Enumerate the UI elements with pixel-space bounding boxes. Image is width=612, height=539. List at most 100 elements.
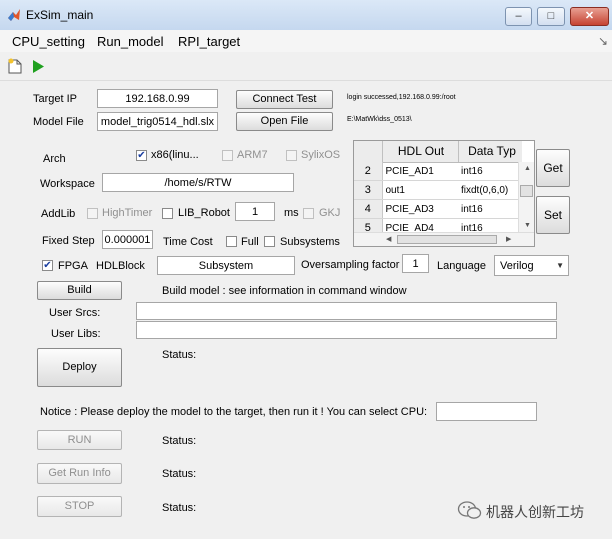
run-button[interactable]: RUN	[37, 430, 122, 450]
data-type-cell[interactable]: int16	[458, 199, 518, 219]
new-file-icon[interactable]	[7, 58, 23, 75]
deploy-status-label: Status:	[162, 349, 197, 361]
run-icon[interactable]	[31, 58, 45, 75]
window-title: ExSim_main	[26, 8, 94, 22]
menu-run-model[interactable]: Run_model	[97, 34, 164, 49]
watermark-text: 机器人创新工坊	[486, 505, 584, 521]
scroll-down-icon[interactable]: ▼	[524, 222, 531, 229]
oversampling-label: Oversampling factor	[301, 259, 400, 271]
hdl-out-cell[interactable]: out1	[382, 180, 458, 200]
run-info-status-label: Status:	[162, 468, 197, 480]
ms-label: ms	[284, 207, 299, 219]
table-row[interactable]: 3 out1 fixdt(0,6,0)	[354, 180, 518, 200]
fpga-checkbox[interactable]: ✔	[42, 260, 53, 271]
table-header-hdl-out[interactable]: HDL Out	[382, 141, 459, 162]
cpu-select-input[interactable]	[436, 402, 537, 421]
table-row[interactable]: 2 PCIE_AD1 int16	[354, 162, 518, 181]
table-horizontal-scrollbar[interactable]: ◀ ▶	[354, 232, 534, 246]
table-header-data-type[interactable]: Data Typ	[458, 141, 525, 162]
scroll-thumb[interactable]	[520, 185, 533, 197]
full-label: Full	[241, 236, 259, 248]
close-button[interactable]: ✕	[570, 7, 609, 26]
arm7-label: ARM7	[237, 149, 268, 161]
language-select[interactable]: Verilog ▼	[494, 255, 569, 276]
x86-checkbox[interactable]: ✔	[136, 150, 147, 161]
scroll-left-icon[interactable]: ◀	[386, 235, 391, 243]
wechat-icon	[457, 501, 482, 519]
stop-status-label: Status:	[162, 502, 197, 514]
full-checkbox[interactable]	[226, 236, 237, 247]
table-row[interactable]: 4 PCIE_AD3 int16	[354, 199, 518, 219]
menu-cpu-setting[interactable]: CPU_setting	[12, 34, 85, 49]
deploy-button[interactable]: Deploy	[37, 348, 122, 387]
subsystems-checkbox[interactable]	[264, 236, 275, 247]
workspace-input[interactable]	[102, 173, 294, 192]
x86-label: x86(linu...	[151, 149, 199, 161]
gkj-label: GKJ	[319, 207, 341, 219]
open-file-button[interactable]: Open File	[236, 112, 333, 131]
fpga-label: FPGA	[58, 260, 88, 272]
addlib-label: AddLib	[41, 208, 76, 220]
hightimer-checkbox[interactable]	[87, 208, 98, 219]
connection-status-text: login successed,192.168.0.99:/root	[347, 94, 456, 101]
language-selected-value: Verilog	[500, 260, 534, 272]
run-status-label: Status:	[162, 435, 197, 447]
scroll-thumb-horizontal[interactable]	[397, 235, 497, 244]
hdlblock-label: HDLBlock	[96, 260, 145, 272]
time-cost-label: Time Cost	[163, 236, 213, 248]
fixed-step-label: Fixed Step	[42, 235, 95, 247]
chevron-down-icon: ▼	[556, 261, 564, 270]
hdlblock-input[interactable]	[157, 256, 295, 275]
lib-robot-label: LIB_Robot	[178, 207, 230, 219]
model-file-label: Model File	[33, 116, 84, 128]
minimize-button[interactable]: –	[505, 7, 532, 26]
user-srcs-input[interactable]	[136, 302, 557, 320]
row-number: 4	[354, 199, 383, 219]
menu-rpi-target[interactable]: RPI_target	[178, 34, 240, 49]
get-run-info-button[interactable]: Get Run Info	[37, 463, 122, 484]
menu-dock-icon[interactable]: ↘	[598, 34, 608, 48]
workspace-label: Workspace	[40, 178, 95, 190]
hdl-out-cell[interactable]: PCIE_AD1	[382, 162, 458, 181]
matlab-icon	[8, 9, 20, 21]
get-button[interactable]: Get	[536, 149, 570, 187]
model-path-text: E:\MatWk\dss_0513\	[347, 116, 412, 123]
sylixos-checkbox[interactable]	[286, 150, 297, 161]
model-file-input[interactable]	[97, 112, 218, 131]
oversampling-input[interactable]	[402, 254, 429, 273]
arm7-checkbox[interactable]	[222, 150, 233, 161]
timer-ms-input[interactable]	[235, 202, 275, 221]
connect-test-button[interactable]: Connect Test	[236, 90, 333, 109]
hdl-io-table[interactable]: HDL Out Data Typ 2 PCIE_AD1 int16 3 out1…	[353, 140, 535, 247]
data-type-cell[interactable]: int16	[458, 162, 518, 181]
data-type-cell[interactable]: fixdt(0,6,0)	[458, 180, 518, 200]
set-button[interactable]: Set	[536, 196, 570, 234]
subsystems-label: Subsystems	[280, 236, 340, 248]
user-libs-input[interactable]	[136, 321, 557, 339]
user-libs-label: User Libs:	[51, 328, 101, 340]
target-ip-label: Target IP	[33, 93, 78, 105]
lib-robot-checkbox[interactable]	[162, 208, 173, 219]
language-label: Language	[437, 260, 486, 272]
stop-button[interactable]: STOP	[37, 496, 122, 517]
menu-bar	[0, 30, 612, 52]
target-ip-input[interactable]	[97, 89, 218, 108]
row-number: 3	[354, 180, 383, 200]
hdl-out-cell[interactable]: PCIE_AD3	[382, 199, 458, 219]
notice-text: Notice : Please deploy the model to the …	[40, 406, 428, 418]
scroll-right-icon[interactable]: ▶	[506, 235, 511, 243]
row-number: 2	[354, 162, 383, 181]
hightimer-label: HighTimer	[102, 207, 153, 219]
build-info-text: Build model : see information in command…	[162, 285, 407, 297]
scroll-up-icon[interactable]: ▲	[524, 165, 531, 172]
table-vertical-scrollbar[interactable]: ▲ ▼	[518, 162, 534, 232]
gkj-checkbox[interactable]	[303, 208, 314, 219]
sylixos-label: SylixOS	[301, 149, 341, 161]
toolbar	[0, 54, 612, 81]
maximize-button[interactable]: □	[537, 7, 565, 26]
fixed-step-input[interactable]	[102, 230, 153, 249]
table-header: HDL Out Data Typ	[354, 141, 522, 163]
arch-label: Arch	[43, 153, 66, 165]
user-srcs-label: User Srcs:	[49, 307, 101, 319]
build-button[interactable]: Build	[37, 281, 122, 300]
